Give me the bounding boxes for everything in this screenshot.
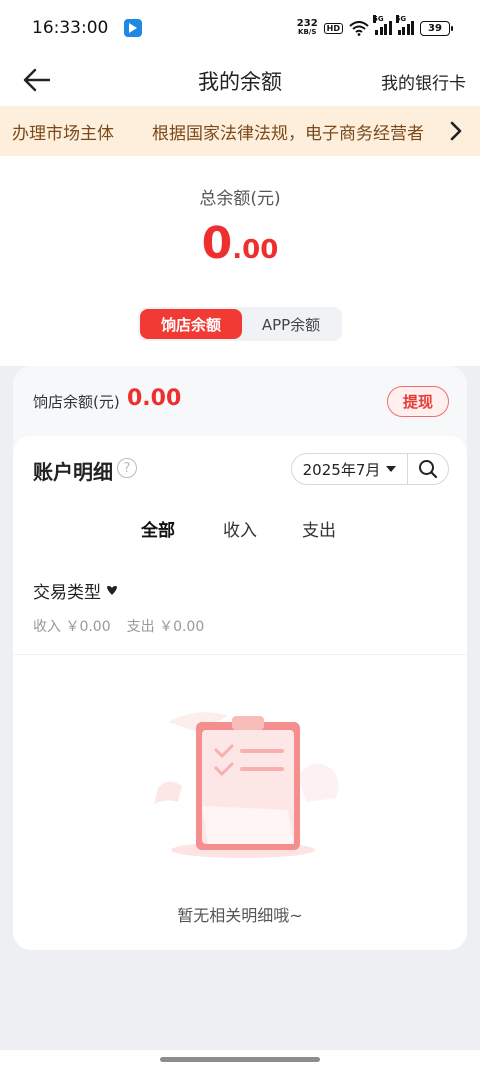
network-speed-value: 232	[296, 18, 318, 29]
store-balance-amount: 0.00	[127, 386, 182, 411]
hd-badge: HD	[323, 22, 343, 34]
month-select[interactable]: 2025年7月	[292, 454, 408, 484]
empty-state-text: 暂无相关明细哦~	[177, 906, 303, 925]
tab-app-balance[interactable]: APP余额	[242, 309, 340, 339]
tab-all[interactable]: 全部	[141, 516, 175, 541]
network-speed: 232 KB/S	[297, 19, 318, 37]
status-time: 16:33:00	[32, 18, 109, 38]
home-indicator[interactable]	[160, 1057, 320, 1062]
balance-section: 总余额(元) 0.00 饷店余额 APP余额	[0, 156, 480, 366]
divider	[13, 654, 467, 655]
cellular-signal-icon: 5G	[373, 15, 392, 35]
notice-text: 办理市场主体 根据国家法律法规，电子商务经营者	[12, 119, 442, 144]
wifi-icon	[349, 20, 369, 36]
notice-text-a: 办理市场主体	[12, 123, 114, 144]
signal-tag-2: 5G	[395, 15, 407, 23]
date-filter: 2025年7月	[291, 453, 449, 485]
tab-all-label: 全部	[141, 521, 175, 541]
cellular-signal-icon-2: 5G	[395, 15, 414, 35]
detail-tabs: 全部 收入 支出	[13, 516, 467, 546]
nav-bar: 我的余额 我的银行卡	[0, 56, 480, 106]
total-balance-amount: 0.00	[0, 218, 480, 269]
balance-type-toggle: 饷店余额 APP余额	[138, 307, 342, 341]
my-bank-card-link[interactable]: 我的银行卡	[381, 69, 466, 94]
notice-bar[interactable]: 办理市场主体 根据国家法律法规，电子商务经营者	[0, 106, 480, 156]
status-bar: 16:33:00 232 KB/S HD 5G 5G 39	[0, 0, 480, 56]
transaction-type-filter[interactable]: 交易类型	[33, 578, 117, 603]
account-detail-card: 账户明细 ? 2025年7月 全部 收入 支出 交易类型 收入 ￥0.00 支出…	[13, 436, 467, 950]
summary-row: 收入 ￥0.00 支出 ￥0.00	[33, 616, 204, 636]
notice-text-b: 根据国家法律法规，电子商务经营者	[152, 123, 424, 144]
tab-store-balance[interactable]: 饷店余额	[140, 309, 242, 339]
search-icon	[419, 460, 438, 479]
signal-tag: 5G	[373, 15, 384, 23]
status-indicators: 232 KB/S HD 5G 5G 39	[297, 15, 453, 37]
month-select-value: 2025年7月	[302, 460, 381, 479]
withdraw-button[interactable]: 提现	[387, 386, 449, 417]
back-button[interactable]	[18, 62, 54, 98]
notification-app-icon	[124, 19, 143, 37]
account-detail-title: 账户明细	[33, 460, 113, 484]
store-balance-label: 饷店余额(元)	[33, 393, 120, 411]
expense-summary: 支出 ￥0.00	[126, 619, 205, 635]
heart-caret-icon	[107, 586, 117, 595]
total-balance-int: 0	[201, 218, 233, 269]
network-speed-unit: KB/S	[298, 28, 317, 36]
tab-expense[interactable]: 支出	[302, 516, 336, 541]
transaction-type-label: 交易类型	[33, 583, 101, 603]
tab-income[interactable]: 收入	[223, 516, 257, 541]
total-balance-dec: .00	[232, 235, 279, 265]
battery-level: 39	[428, 22, 442, 34]
search-button[interactable]	[408, 454, 448, 484]
chevron-right-icon[interactable]	[448, 120, 464, 142]
arrow-left-icon	[23, 68, 50, 92]
total-balance-label: 总余额(元)	[199, 189, 281, 209]
empty-clipboard-illustration	[154, 712, 339, 858]
battery-icon: 39	[420, 20, 453, 36]
income-summary: 收入 ￥0.00	[33, 619, 111, 635]
caret-down-icon	[386, 466, 397, 472]
help-icon[interactable]: ?	[117, 458, 137, 478]
